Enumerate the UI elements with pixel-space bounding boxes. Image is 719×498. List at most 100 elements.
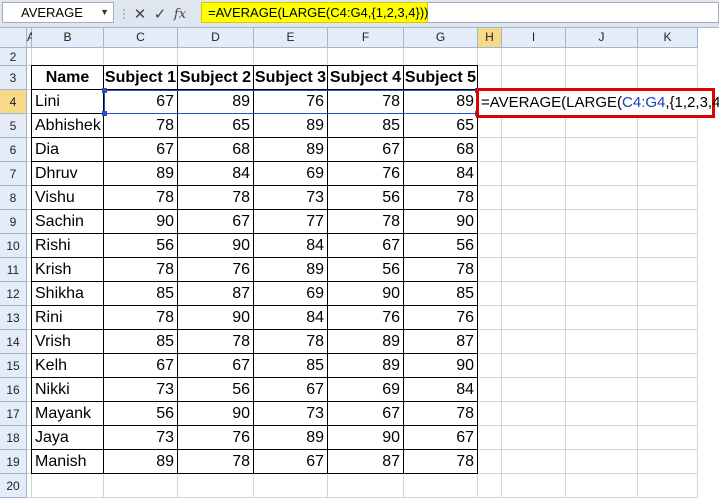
table-cell-score[interactable]: 84: [178, 162, 254, 186]
table-cell-score[interactable]: 85: [104, 282, 178, 306]
table-cell-name[interactable]: Nikki: [32, 378, 104, 402]
table-cell-score[interactable]: 84: [404, 162, 478, 186]
cell[interactable]: [502, 48, 566, 66]
row-header-13[interactable]: 13: [0, 306, 27, 330]
cell[interactable]: [478, 378, 502, 402]
table-cell-score[interactable]: 67: [328, 402, 404, 426]
table-cell-score[interactable]: 78: [104, 114, 178, 138]
cell[interactable]: [502, 210, 566, 234]
table-cell-name[interactable]: Vrish: [32, 330, 104, 354]
cell[interactable]: [566, 450, 638, 474]
cell[interactable]: [638, 162, 698, 186]
row-header-17[interactable]: 17: [0, 402, 27, 426]
table-cell-score[interactable]: 69: [328, 378, 404, 402]
table-cell-score[interactable]: 78: [328, 210, 404, 234]
table-cell-name[interactable]: Mayank: [32, 402, 104, 426]
table-cell-score[interactable]: 76: [178, 258, 254, 282]
table-cell-score[interactable]: 56: [104, 234, 178, 258]
insert-function-icon[interactable]: fx: [170, 7, 190, 22]
cell[interactable]: [638, 306, 698, 330]
table-cell-score[interactable]: 67: [104, 138, 178, 162]
cell[interactable]: [478, 162, 502, 186]
table-cell-score[interactable]: 67: [254, 450, 328, 474]
table-cell-score[interactable]: 73: [104, 426, 178, 450]
cell[interactable]: [502, 162, 566, 186]
table-cell-name[interactable]: Lini: [32, 90, 104, 114]
cell[interactable]: [178, 474, 254, 498]
cell[interactable]: [566, 282, 638, 306]
table-cell-score[interactable]: 78: [404, 450, 478, 474]
column-header-j[interactable]: J: [566, 28, 638, 48]
table-cell-name[interactable]: Sachin: [32, 210, 104, 234]
table-cell-score[interactable]: 87: [404, 330, 478, 354]
cell[interactable]: [638, 282, 698, 306]
cell[interactable]: [478, 402, 502, 426]
table-cell-score[interactable]: 84: [254, 306, 328, 330]
table-cell-score[interactable]: 78: [178, 330, 254, 354]
table-cell-score[interactable]: 85: [404, 282, 478, 306]
table-header-cell[interactable]: Name: [32, 66, 104, 90]
column-header-e[interactable]: E: [254, 28, 328, 48]
cell[interactable]: [638, 378, 698, 402]
table-cell-score[interactable]: 65: [404, 114, 478, 138]
table-cell-score[interactable]: 84: [254, 234, 328, 258]
cell[interactable]: [502, 258, 566, 282]
cell[interactable]: [502, 234, 566, 258]
cell[interactable]: [478, 450, 502, 474]
table-cell-score[interactable]: 73: [254, 186, 328, 210]
table-cell-score[interactable]: 78: [104, 306, 178, 330]
cell[interactable]: [638, 258, 698, 282]
table-cell-score[interactable]: 56: [328, 258, 404, 282]
table-cell-score[interactable]: 67: [178, 210, 254, 234]
cell[interactable]: [178, 48, 254, 66]
table-cell-score[interactable]: 85: [104, 330, 178, 354]
table-cell-score[interactable]: 78: [104, 186, 178, 210]
cancel-icon[interactable]: ✕: [130, 5, 150, 23]
cell[interactable]: [566, 354, 638, 378]
cell[interactable]: [638, 210, 698, 234]
table-cell-score[interactable]: 78: [178, 450, 254, 474]
column-header-b[interactable]: B: [32, 28, 104, 48]
table-cell-score[interactable]: 56: [328, 186, 404, 210]
cell[interactable]: [638, 426, 698, 450]
name-box-dropdown-icon[interactable]: ▼: [100, 3, 109, 22]
column-header-k[interactable]: K: [638, 28, 698, 48]
table-cell-score[interactable]: 78: [104, 258, 178, 282]
column-header-g[interactable]: G: [404, 28, 478, 48]
table-header-cell[interactable]: Subject 1: [104, 66, 178, 90]
cell[interactable]: [638, 48, 698, 66]
formula-input-area[interactable]: [428, 2, 719, 23]
cell[interactable]: [478, 306, 502, 330]
row-header-6[interactable]: 6: [0, 138, 27, 162]
cell[interactable]: [638, 354, 698, 378]
cell[interactable]: [566, 234, 638, 258]
cell[interactable]: [478, 282, 502, 306]
cell[interactable]: [478, 234, 502, 258]
cell[interactable]: [566, 162, 638, 186]
table-cell-score[interactable]: 90: [328, 282, 404, 306]
table-cell-score[interactable]: 56: [104, 402, 178, 426]
cell[interactable]: [404, 474, 478, 498]
cell[interactable]: [502, 474, 566, 498]
column-header-i[interactable]: I: [502, 28, 566, 48]
table-cell-score[interactable]: 67: [178, 354, 254, 378]
cell[interactable]: [502, 426, 566, 450]
cell-edit-box[interactable]: =AVERAGE(LARGE(C4:G4,{1,2,3,4})): [476, 88, 719, 118]
table-cell-score[interactable]: 67: [328, 234, 404, 258]
row-header-11[interactable]: 11: [0, 258, 27, 282]
table-cell-name[interactable]: Dia: [32, 138, 104, 162]
column-header-c[interactable]: C: [104, 28, 178, 48]
cell[interactable]: [254, 48, 328, 66]
cell[interactable]: [566, 138, 638, 162]
formula-input[interactable]: =AVERAGE(LARGE(C4:G4,{1,2,3,4})): [201, 2, 429, 23]
cell[interactable]: [502, 402, 566, 426]
cell[interactable]: [566, 426, 638, 450]
table-cell-score[interactable]: 76: [328, 306, 404, 330]
table-header-cell[interactable]: Subject 3: [254, 66, 328, 90]
table-cell-score[interactable]: 89: [104, 450, 178, 474]
table-header-cell[interactable]: Subject 4: [328, 66, 404, 90]
cell[interactable]: [254, 474, 328, 498]
cell[interactable]: [566, 378, 638, 402]
cell[interactable]: [502, 354, 566, 378]
resize-handle-icon[interactable]: ⋮: [118, 7, 130, 21]
